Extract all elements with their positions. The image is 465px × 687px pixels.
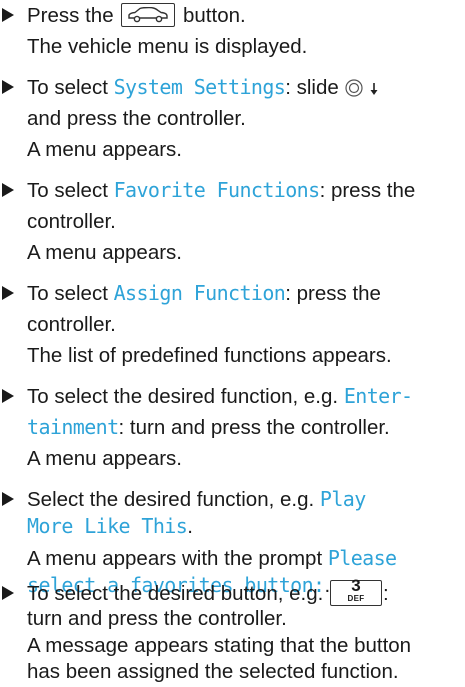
arrow-down-icon xyxy=(370,83,378,95)
bullet-triangle-icon xyxy=(2,492,14,506)
instruction-page: Press the button. The vehicle menu is di… xyxy=(0,0,465,683)
step-5-line-2: tainment: turn and press the controller. xyxy=(27,415,390,439)
menu-item-entertainment-part2: tainment xyxy=(27,415,119,439)
step-4-line-3: The list of predefined functions appears… xyxy=(27,344,392,367)
bullet-triangle-icon xyxy=(2,586,14,600)
menu-item-play-more-like-this-part2: More Like This xyxy=(27,514,188,538)
prompt-please-part1: Please xyxy=(327,546,397,570)
step-7-line-4: has been assigned the selected function. xyxy=(27,660,399,683)
step-5-line-1: To select the desired function, e.g. Ent… xyxy=(27,384,413,408)
bullet-triangle-icon xyxy=(2,389,14,403)
step-2-line-2: and press the controller. xyxy=(27,107,246,130)
vehicle-button-icon xyxy=(121,3,176,27)
step-2-line-3: A menu appears. xyxy=(27,138,182,161)
step-4-line-1: To select Assign Function: press the xyxy=(27,281,381,305)
step-1-line-2: The vehicle menu is displayed. xyxy=(27,35,308,58)
step-6-line-2: More Like This. xyxy=(27,514,193,538)
menu-item-play-more-like-this-part1: Play xyxy=(319,487,366,511)
menu-item-system-settings: System Settings xyxy=(113,75,286,99)
menu-item-entertainment-part1: Enter- xyxy=(343,384,413,408)
step-5-line-3: A menu appears. xyxy=(27,447,182,470)
step-1-line-1: Press the button. xyxy=(27,3,246,27)
menu-item-assign-function: Assign Function xyxy=(113,281,286,305)
keypad-3-def-icon: 3 DEF xyxy=(330,576,382,606)
menu-item-favorite-functions: Favorite Functions xyxy=(113,178,321,202)
bullet-triangle-icon xyxy=(2,286,14,300)
step-3-line-3: A menu appears. xyxy=(27,241,182,264)
step-2-line-1: To select System Settings: slide xyxy=(27,72,379,103)
step-3-line-2: controller. xyxy=(27,210,116,233)
bullet-triangle-icon xyxy=(2,80,14,94)
controller-icon xyxy=(345,79,363,97)
step-3-line-1: To select Favorite Functions: press the xyxy=(27,178,416,202)
bullet-triangle-icon xyxy=(2,8,14,22)
bullet-triangle-icon xyxy=(2,183,14,197)
step-4-line-2: controller. xyxy=(27,313,116,336)
